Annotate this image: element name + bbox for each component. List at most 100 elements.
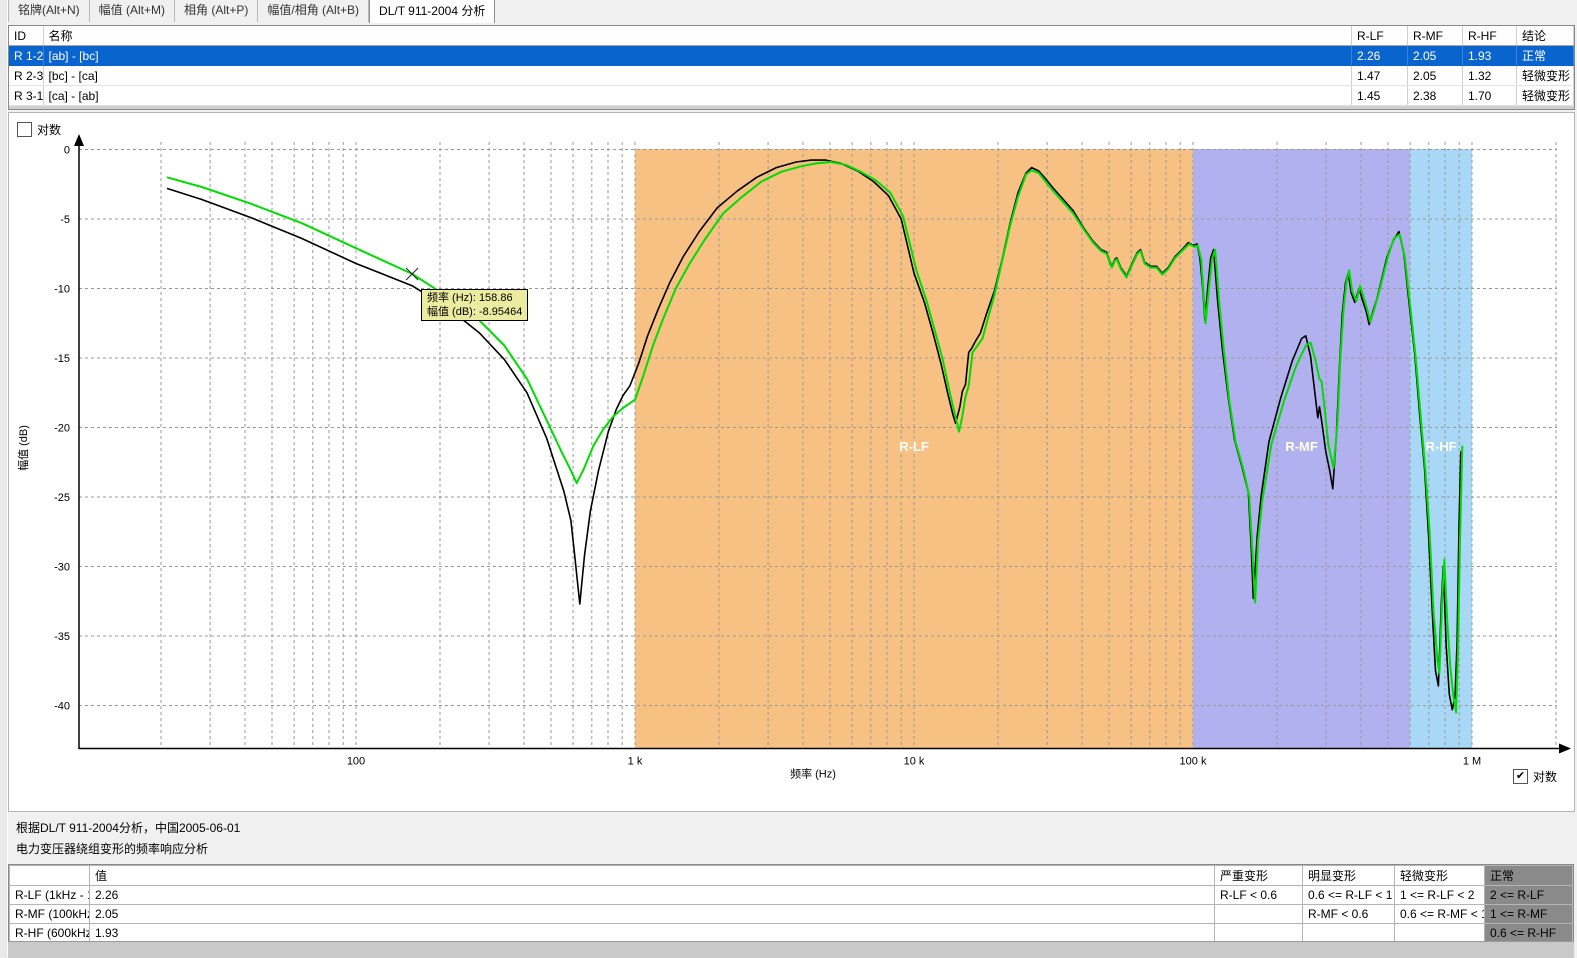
criteria-obvious [1303, 924, 1395, 943]
y-tick-label: -10 [54, 284, 70, 296]
tab-dlt911-analysis[interactable]: DL/T 911-2004 分析 [369, 0, 495, 23]
analysis-standard-line: 根据DL/T 911-2004分析，中国2005-06-01 [16, 818, 240, 839]
criteria-slight: 0.6 <= R-MF < 1 [1395, 905, 1485, 924]
y-tick-label: -20 [54, 423, 70, 435]
criteria-value: 1.93 [90, 924, 1215, 943]
criteria-obvious: 0.6 <= R-LF < 1 [1303, 886, 1395, 905]
y-tick-label: -35 [54, 631, 70, 643]
col-conclusion: 结论 [1517, 26, 1574, 46]
col-obvious: 明显变形 [1303, 866, 1395, 886]
col-empty [10, 866, 90, 886]
cell-name[interactable]: [ca] - [ab] [43, 86, 1352, 106]
col-name: 名称 [43, 26, 1352, 46]
table-row[interactable]: R 2-3 [bc] - [ca] 1.47 2.05 1.32 轻微变形 [9, 66, 1574, 86]
frequency-response-chart-panel: 0 -5 -10 -15 -20 -25 -30 -35 -40 100 1 k 10 k 100 k 1… [8, 112, 1575, 812]
col-rlf: R-LF [1352, 26, 1408, 46]
band-label-r-hf: R-HF [1426, 439, 1457, 454]
analysis-note: 根据DL/T 911-2004分析，中国2005-06-01 电力变压器绕组变形… [16, 818, 240, 860]
band-label-r-mf: R-MF [1285, 439, 1318, 454]
tooltip-frequency: 频率 (Hz): 158.86 [427, 291, 522, 305]
x-tick-label: 10 k [904, 756, 925, 768]
criteria-slight: 1 <= R-LF < 2 [1395, 886, 1485, 905]
cell-rlf[interactable]: 1.47 [1352, 66, 1408, 86]
checkbox-label: 对数 [1533, 768, 1557, 785]
checkbox-box[interactable]: ✔ [1513, 769, 1528, 784]
frequency-response-chart[interactable]: 0 -5 -10 -15 -20 -25 -30 -35 -40 100 1 k 10 k 100 k 1… [9, 113, 1574, 811]
tab-nameplate[interactable]: 铭牌(Alt+N) [8, 0, 90, 22]
y-axis-arrow [74, 134, 84, 146]
cursor-tooltip: 频率 (Hz): 158.86 幅值 (dB): -8.95464 [421, 289, 528, 321]
bottom-scroll-strip[interactable] [8, 941, 1574, 958]
cell-rhf[interactable]: 1.70 [1463, 86, 1517, 106]
x-tick-label: 100 [347, 756, 365, 768]
criteria-row-rhf: R-HF (600kHz - 1MHz) 1.93 0.6 <= R-HF [10, 924, 1573, 943]
y-tick-label: -15 [54, 353, 70, 365]
y-tick-label: -5 [60, 214, 70, 226]
x-axis-arrow [1559, 744, 1571, 754]
y-tick-label: -25 [54, 492, 70, 504]
criteria-normal: 1 <= R-MF [1485, 905, 1573, 924]
table-row[interactable]: R 1-2 [ab] - [bc] 2.26 2.05 1.93 正常 [9, 46, 1574, 66]
y-axis-title: 幅值 (dB) [17, 425, 30, 471]
col-slight: 轻微变形 [1395, 866, 1485, 886]
x-tick-label: 1 k [628, 756, 643, 768]
cell-rhf[interactable]: 1.32 [1463, 66, 1517, 86]
analysis-title-line: 电力变压器绕组变形的频率响应分析 [16, 839, 240, 860]
criteria-slight [1395, 924, 1485, 943]
criteria-severe: R-LF < 0.6 [1215, 886, 1303, 905]
cell-rmf[interactable]: 2.38 [1408, 86, 1463, 106]
cell-rmf[interactable]: 2.05 [1408, 66, 1463, 86]
tab-phase[interactable]: 相角 (Alt+P) [175, 0, 258, 22]
criteria-value: 2.05 [90, 905, 1215, 924]
x-tick-label: 100 k [1180, 756, 1207, 768]
cell-name[interactable]: [ab] - [bc] [43, 46, 1352, 66]
x-axis-title: 频率 (Hz) [790, 767, 836, 781]
tab-mag-phase[interactable]: 幅值/相角 (Alt+B) [258, 0, 369, 22]
criteria-severe [1215, 905, 1303, 924]
cell-id[interactable]: R 3-1 [9, 86, 43, 106]
window-left-edge [0, 0, 8, 957]
results-table: ID 名称 R-LF R-MF R-HF 结论 R 1-2 [ab] - [bc… [8, 25, 1575, 110]
criteria-label: R-LF (1kHz - 100kHz) [10, 886, 90, 905]
cell-rhf[interactable]: 1.93 [1463, 46, 1517, 66]
band-label-r-lf: R-LF [899, 439, 929, 454]
criteria-label: R-HF (600kHz - 1MHz) [10, 924, 90, 943]
col-normal: 正常 [1485, 866, 1573, 886]
tab-magnitude[interactable]: 幅值 (Alt+M) [90, 0, 175, 22]
tab-bar: 铭牌(Alt+N) 幅值 (Alt+M) 相角 (Alt+P) 幅值/相角 (A… [8, 0, 1577, 22]
cell-name[interactable]: [bc] - [ca] [43, 66, 1352, 86]
checkbox-label: 对数 [37, 121, 61, 138]
checkbox-box[interactable] [17, 122, 32, 137]
cell-conclusion[interactable]: 轻微变形 [1517, 66, 1574, 86]
criteria-normal: 2 <= R-LF [1485, 886, 1573, 905]
criteria-normal: 0.6 <= R-HF [1485, 924, 1573, 943]
criteria-table: 值 严重变形 明显变形 轻微变形 正常 R-LF (1kHz - 100kHz)… [8, 864, 1574, 944]
cell-rmf[interactable]: 2.05 [1408, 46, 1463, 66]
log-scale-checkbox-bottom[interactable]: ✔ 对数 [1513, 768, 1557, 785]
criteria-row-rlf: R-LF (1kHz - 100kHz) 2.26 R-LF < 0.6 0.6… [10, 886, 1573, 905]
criteria-label: R-MF (100kHz - 600kHz) [10, 905, 90, 924]
table-row[interactable]: R 3-1 [ca] - [ab] 1.45 2.38 1.70 轻微变形 [9, 86, 1574, 106]
criteria-row-rmf: R-MF (100kHz - 600kHz) 2.05 R-MF < 0.6 0… [10, 905, 1573, 924]
results-header-row: ID 名称 R-LF R-MF R-HF 结论 [9, 26, 1574, 46]
criteria-severe [1215, 924, 1303, 943]
col-value: 值 [90, 866, 1215, 886]
criteria-value: 2.26 [90, 886, 1215, 905]
col-rmf: R-MF [1408, 26, 1463, 46]
col-rhf: R-HF [1463, 26, 1517, 46]
col-id: ID [9, 26, 43, 46]
cell-conclusion[interactable]: 轻微变形 [1517, 86, 1574, 106]
y-tick-label: 0 [64, 145, 70, 157]
x-tick-label: 1 M [1463, 756, 1481, 768]
y-tick-label: -30 [54, 562, 70, 574]
cell-rlf[interactable]: 2.26 [1352, 46, 1408, 66]
cell-rlf[interactable]: 1.45 [1352, 86, 1408, 106]
col-severe: 严重变形 [1215, 866, 1303, 886]
cell-id[interactable]: R 2-3 [9, 66, 43, 86]
criteria-header-row: 值 严重变形 明显变形 轻微变形 正常 [10, 866, 1573, 886]
log-scale-checkbox-top[interactable]: 对数 [17, 121, 61, 138]
y-tick-label: -40 [54, 701, 70, 713]
cell-id[interactable]: R 1-2 [9, 46, 43, 66]
tooltip-magnitude: 幅值 (dB): -8.95464 [427, 305, 522, 319]
cell-conclusion[interactable]: 正常 [1517, 46, 1574, 66]
